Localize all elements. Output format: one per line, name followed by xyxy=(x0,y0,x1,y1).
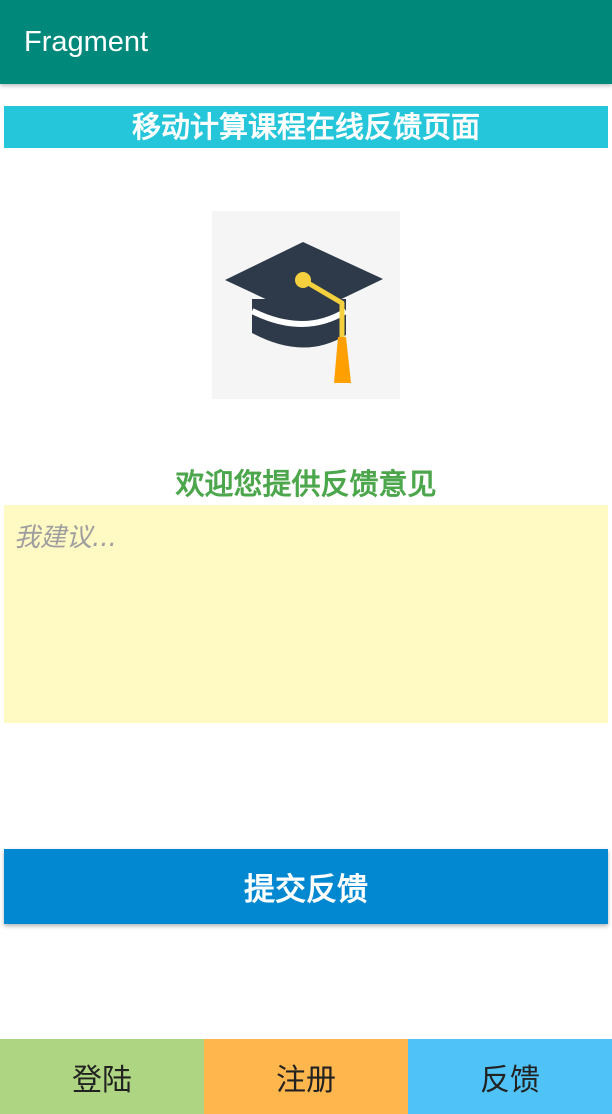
course-logo xyxy=(212,211,400,399)
page-heading: 移动计算课程在线反馈页面 xyxy=(4,106,608,148)
tab-feedback[interactable]: 反馈 xyxy=(408,1039,612,1114)
tab-login[interactable]: 登陆 xyxy=(0,1039,204,1114)
graduation-cap-icon xyxy=(225,242,383,383)
feedback-input[interactable] xyxy=(4,505,608,723)
app-bar: Fragment xyxy=(0,0,612,84)
tab-register[interactable]: 注册 xyxy=(204,1039,408,1114)
bottom-nav: 登陆 注册 反馈 xyxy=(0,1039,612,1114)
app-title: Fragment xyxy=(24,26,149,58)
submit-feedback-button[interactable]: 提交反馈 xyxy=(4,849,608,924)
welcome-label: 欢迎您提供反馈意见 xyxy=(175,467,437,501)
